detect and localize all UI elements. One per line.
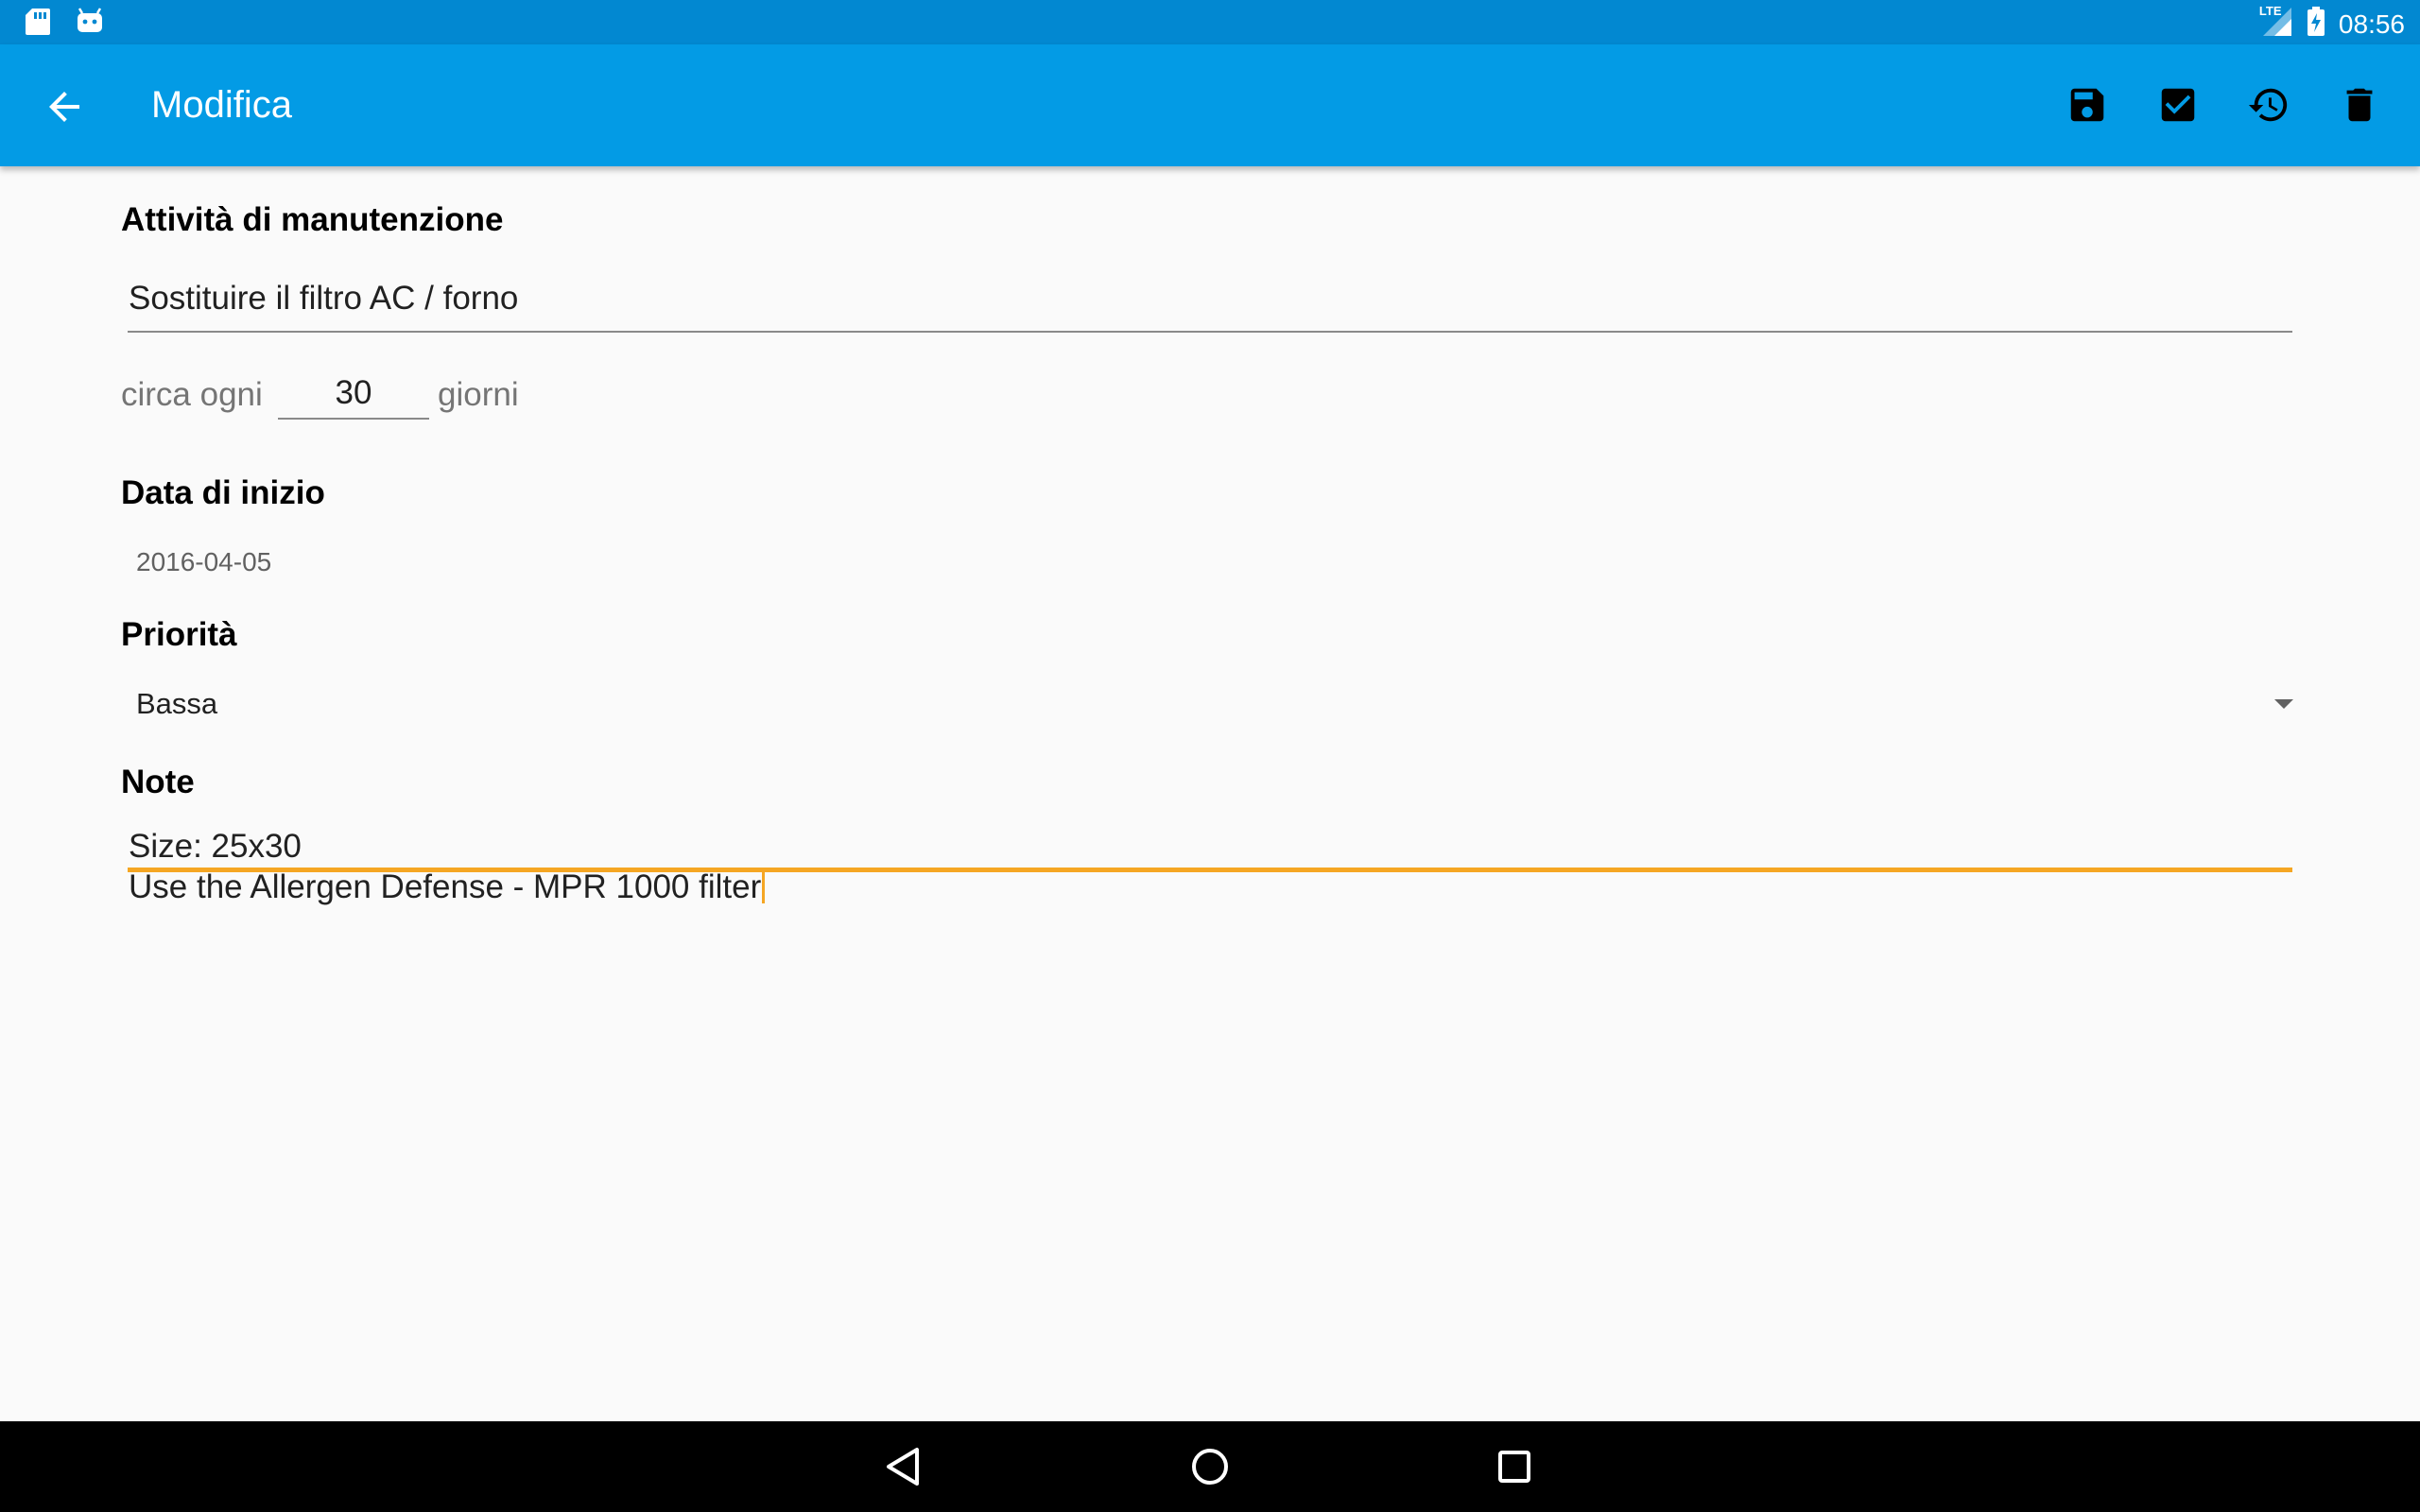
interval-suffix: giorni <box>438 376 519 413</box>
back-button[interactable] <box>42 84 87 129</box>
check-box-icon <box>2161 88 2195 122</box>
arrow-back-icon <box>49 92 79 122</box>
dropdown-arrow-icon <box>2274 699 2293 709</box>
activity-input-underline <box>128 331 2292 333</box>
sd-card-icon <box>25 8 51 41</box>
mark-done-button[interactable] <box>2155 82 2201 128</box>
battery-charging-icon <box>2307 7 2325 42</box>
app-bar: Modifica <box>0 44 2420 166</box>
activity-label: Attività di manutenzione <box>121 201 504 238</box>
history-icon <box>2248 88 2288 122</box>
page-title: Modifica <box>151 84 292 126</box>
notes-line-2: Use the Allergen Defense - MPR 1000 filt… <box>129 868 762 905</box>
start-date-label: Data di inizio <box>121 474 325 511</box>
notes-label: Note <box>121 764 195 800</box>
save-button[interactable] <box>2065 82 2110 128</box>
navigation-bar <box>0 1421 2420 1512</box>
signal-icon: LTE <box>2258 4 2293 43</box>
priority-label: Priorità <box>121 616 237 653</box>
priority-dropdown[interactable]: Bassa <box>121 673 2295 739</box>
android-icon <box>76 8 104 41</box>
nav-recents-icon <box>1498 1451 1530 1483</box>
text-cursor <box>762 868 766 903</box>
status-time: 08:56 <box>2338 9 2405 39</box>
history-button[interactable] <box>2246 82 2291 128</box>
nav-home-icon <box>1192 1449 1228 1485</box>
notes-line-1: Size: 25x30 <box>129 828 302 865</box>
delete-button[interactable] <box>2337 82 2382 128</box>
nav-home-button[interactable] <box>1185 1442 1235 1491</box>
delete-icon <box>2346 88 2373 122</box>
interval-days-input[interactable]: 30 <box>278 374 429 412</box>
status-bar: LTE 08:56 <box>0 0 2420 44</box>
activity-input[interactable]: Sostituire il filtro AC / forno <box>129 280 518 318</box>
nav-recents-button[interactable] <box>1490 1442 1539 1491</box>
save-icon <box>2070 88 2104 122</box>
notes-input-underline <box>128 868 2292 872</box>
interval-prefix: circa ogni <box>121 376 263 413</box>
notes-input[interactable]: Size: 25x30 Use the Allergen Defense - M… <box>129 826 2293 907</box>
nav-back-icon <box>887 1448 919 1486</box>
nav-back-button[interactable] <box>879 1442 928 1491</box>
interval-input-underline <box>278 418 429 420</box>
priority-selected-value: Bassa <box>136 687 218 720</box>
network-type-label: LTE <box>2258 4 2282 18</box>
start-date-value[interactable]: 2016-04-05 <box>136 547 271 577</box>
